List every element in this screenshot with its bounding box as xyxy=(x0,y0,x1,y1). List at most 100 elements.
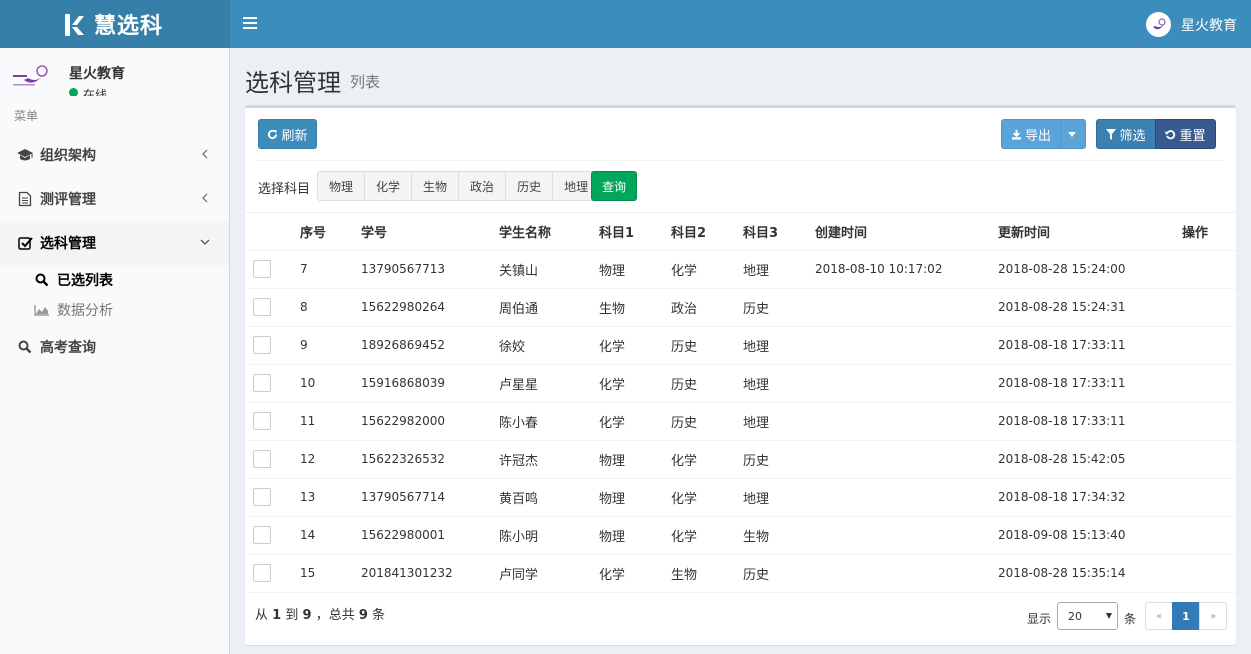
column-header-subject3[interactable]: 科目3 xyxy=(743,213,815,251)
column-header-student-id[interactable]: 学号 xyxy=(361,213,499,251)
row-student-id: 15916868039 xyxy=(361,364,499,403)
row-subject2: 生物 xyxy=(671,554,743,593)
row-checkbox-cell xyxy=(245,516,300,555)
row-subject1: 化学 xyxy=(599,554,671,593)
sidebar-item-assessment[interactable]: 测评管理 xyxy=(0,177,229,221)
refresh-icon xyxy=(268,129,278,139)
row-created: 2018-08-10 10:17:02 xyxy=(815,250,998,289)
table-row[interactable]: 13 13790567714 黄百鸣 物理 化学 地理 2018-08-18 17:34:3… xyxy=(245,478,1236,517)
row-subject2: 历史 xyxy=(671,326,743,365)
row-checkbox-cell xyxy=(245,440,300,479)
sidebar-item-org[interactable]: 组织架构 xyxy=(0,133,229,177)
sidebar: 星火教育 在线 菜单 组织架构 测评管理 选科管理 已选列表 数据分析 高考查询 xyxy=(0,48,230,654)
row-name: 关镇山 xyxy=(499,250,599,289)
row-subject3: 历史 xyxy=(743,288,815,327)
table-row[interactable]: 15 201841301232 卢同学 化学 生物 历史 2018-08-28 15:35:… xyxy=(245,554,1236,593)
sidebar-toggle-icon[interactable] xyxy=(243,16,257,30)
page-size-label: 显示 xyxy=(1027,612,1052,626)
row-checkbox[interactable] xyxy=(253,450,271,468)
row-subject3: 生物 xyxy=(743,516,815,555)
column-header-name[interactable]: 学生名称 xyxy=(499,213,599,251)
column-header-created[interactable]: 创建时间 xyxy=(815,213,998,251)
table-row[interactable]: 9 18926869452 徐姣 化学 历史 地理 2018-08-18 17:33:11 xyxy=(245,326,1236,365)
user-menu[interactable]: 星火教育 xyxy=(1146,12,1237,37)
list-box: 刷新 导出 筛选 重置 选择科目 物理 化学 生物 政治 历史 地理 查询 序号… xyxy=(245,105,1236,645)
row-checkbox[interactable] xyxy=(253,298,271,316)
row-checkbox[interactable] xyxy=(253,260,271,278)
subject-button-history[interactable]: 历史 xyxy=(505,171,554,201)
table-row[interactable]: 11 15622982000 陈小春 化学 历史 地理 2018-08-18 17:33:1… xyxy=(245,402,1236,441)
row-checkbox[interactable] xyxy=(253,564,271,582)
sidebar-subitem-data-analysis[interactable]: 数据分析 xyxy=(0,295,229,325)
row-subject1: 物理 xyxy=(599,250,671,289)
header-user-name: 星火教育 xyxy=(1181,17,1237,34)
row-updated: 2018-08-18 17:33:11 xyxy=(998,326,1182,365)
row-checkbox[interactable] xyxy=(253,488,271,506)
row-created xyxy=(815,326,998,365)
row-actions xyxy=(1182,554,1236,593)
info-total-label: ，总共 xyxy=(315,608,355,623)
row-student-id: 13790567714 xyxy=(361,478,499,517)
prev-page-button[interactable]: « xyxy=(1145,602,1173,630)
row-checkbox[interactable] xyxy=(253,374,271,392)
row-updated: 2018-09-08 15:13:40 xyxy=(998,516,1182,555)
reset-label: 重置 xyxy=(1179,128,1206,144)
export-dropdown-button[interactable] xyxy=(1060,119,1086,149)
subject-button-physics[interactable]: 物理 xyxy=(317,171,366,201)
page-button-current[interactable]: 1 xyxy=(1172,602,1200,630)
row-checkbox[interactable] xyxy=(253,526,271,544)
row-updated: 2018-08-18 17:33:11 xyxy=(998,402,1182,441)
row-actions xyxy=(1182,326,1236,365)
column-header-subject2[interactable]: 科目2 xyxy=(671,213,743,251)
check-square-icon xyxy=(16,235,34,251)
row-student-id: 18926869452 xyxy=(361,326,499,365)
row-subject2: 化学 xyxy=(671,516,743,555)
column-header-seq[interactable]: 序号 xyxy=(300,213,361,251)
row-seq: 15 xyxy=(300,554,361,593)
row-name: 卢星星 xyxy=(499,364,599,403)
query-button[interactable]: 查询 xyxy=(591,171,637,201)
refresh-button[interactable]: 刷新 xyxy=(258,119,317,149)
reset-button[interactable]: 重置 xyxy=(1155,119,1216,149)
table-row[interactable]: 14 15622980001 陈小明 物理 化学 生物 2018-09-08 15:13:4… xyxy=(245,516,1236,555)
row-updated: 2018-08-18 17:33:11 xyxy=(998,364,1182,403)
row-checkbox-cell xyxy=(245,250,300,289)
row-subject1: 生物 xyxy=(599,288,671,327)
column-header-updated[interactable]: 更新时间 xyxy=(998,213,1182,251)
app-logo[interactable]: 慧选科 xyxy=(0,0,230,48)
row-updated: 2018-08-28 15:42:05 xyxy=(998,440,1182,479)
row-checkbox-cell xyxy=(245,326,300,365)
user-avatar xyxy=(1146,12,1171,37)
sidebar-subitem-selected-list[interactable]: 已选列表 xyxy=(0,265,229,295)
table-row[interactable]: 12 15622326532 许冠杰 物理 化学 历史 2018-08-28 15:42:0… xyxy=(245,440,1236,479)
row-subject3: 地理 xyxy=(743,478,815,517)
row-updated: 2018-08-28 15:24:31 xyxy=(998,288,1182,327)
row-checkbox[interactable] xyxy=(253,412,271,430)
select-all-column xyxy=(245,213,300,251)
sidebar-item-gaokao-query[interactable]: 高考查询 xyxy=(0,325,229,369)
subject-button-biology[interactable]: 生物 xyxy=(411,171,460,201)
subject-button-politics[interactable]: 政治 xyxy=(458,171,507,201)
column-header-subject1[interactable]: 科目1 xyxy=(599,213,671,251)
sidebar-item-subject-selection[interactable]: 选科管理 xyxy=(0,221,229,265)
row-actions xyxy=(1182,440,1236,479)
page-size-select[interactable]: 20 xyxy=(1057,602,1118,630)
table-row[interactable]: 10 15916868039 卢星星 化学 历史 地理 2018-08-18 17:33:1… xyxy=(245,364,1236,403)
menu-header: 菜单 xyxy=(14,109,39,123)
filter-button[interactable]: 筛选 xyxy=(1096,119,1156,149)
row-subject3: 地理 xyxy=(743,364,815,403)
table-row[interactable]: 7 13790567713 关镇山 物理 化学 地理 2018-08-10 10:17:02… xyxy=(245,250,1236,289)
table-row[interactable]: 8 15622980264 周伯通 生物 政治 历史 2018-08-28 15:24:31 xyxy=(245,288,1236,327)
row-checkbox[interactable] xyxy=(253,336,271,354)
online-dot-icon xyxy=(69,88,78,96)
row-student-id: 15622982000 xyxy=(361,402,499,441)
next-page-button[interactable]: » xyxy=(1199,602,1227,630)
subject-button-chemistry[interactable]: 化学 xyxy=(364,171,413,201)
row-subject2: 化学 xyxy=(671,478,743,517)
subject-button-group: 物理 化学 生物 政治 历史 地理 xyxy=(317,171,601,201)
sidebar-user-name: 星火教育 xyxy=(69,66,125,82)
row-created xyxy=(815,402,998,441)
export-button[interactable]: 导出 xyxy=(1001,119,1061,149)
logo-mark-icon xyxy=(65,14,84,36)
row-seq: 11 xyxy=(300,402,361,441)
